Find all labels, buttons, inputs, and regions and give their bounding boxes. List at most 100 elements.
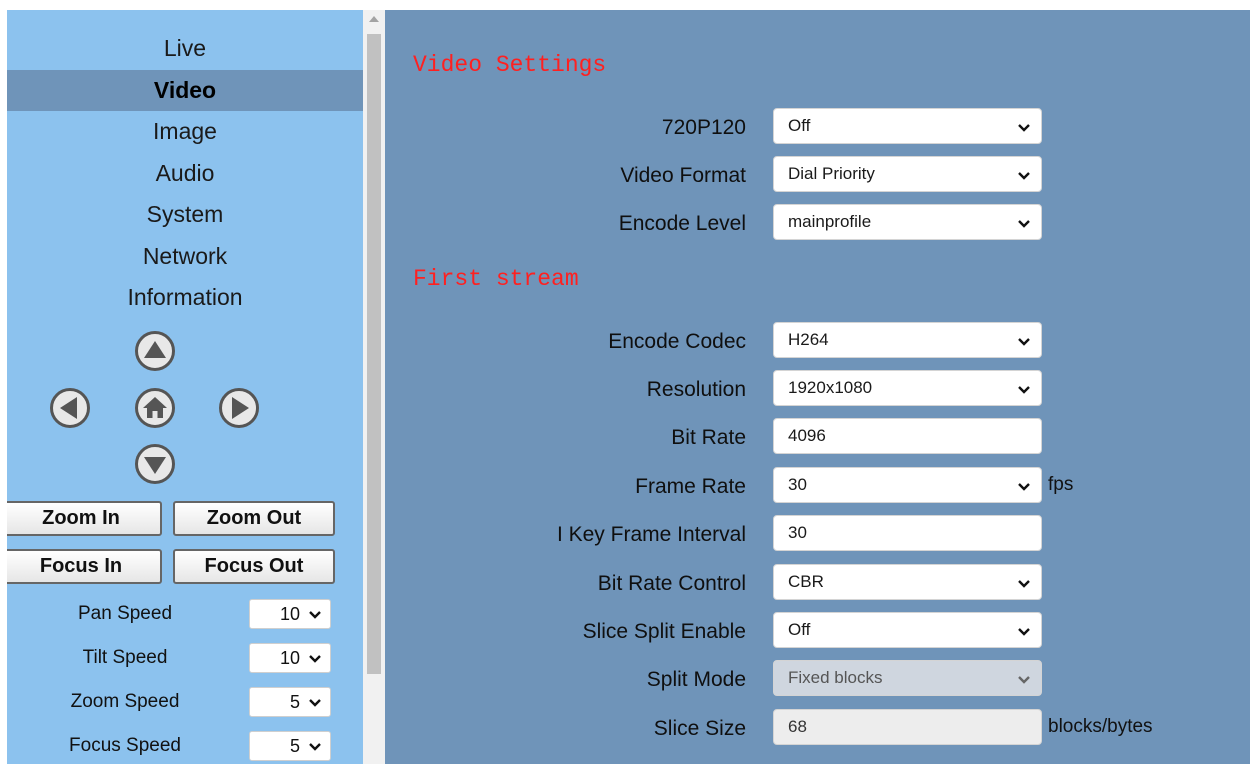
setting-row-split-mode: Split Mode Fixed blocks	[385, 660, 1250, 696]
arrow-left-icon	[60, 397, 77, 419]
chevron-down-icon	[1018, 338, 1030, 346]
slice-size-input[interactable]: 68	[773, 709, 1042, 745]
setting-row-encode-level: Encode Level mainprofile	[385, 204, 1250, 240]
main-panel: Video Settings 720P120 Off Video Format …	[385, 10, 1250, 764]
sidebar-menu: Live Video Image Audio System Network In…	[7, 28, 363, 319]
focus-in-button[interactable]: Focus In	[7, 549, 162, 584]
setting-row-slice-split-enable: Slice Split Enable Off	[385, 612, 1250, 648]
setting-row-video-format: Video Format Dial Priority	[385, 156, 1250, 192]
zoom-speed-select[interactable]: 5	[249, 687, 331, 717]
slice-size-unit: blocks/bytes	[1048, 716, 1153, 737]
setting-label: Bit Rate	[671, 426, 746, 449]
chevron-down-icon	[1018, 172, 1030, 180]
setting-row-bit-rate-control: Bit Rate Control CBR	[385, 564, 1250, 600]
menu-item-live[interactable]: Live	[7, 28, 363, 70]
ptz-left-button[interactable]	[50, 388, 90, 428]
ptz-home-button[interactable]	[135, 388, 175, 428]
setting-row-frame-rate: Frame Rate 30 fps	[385, 467, 1250, 503]
zoom-out-button[interactable]: Zoom Out	[173, 501, 335, 536]
resolution-select[interactable]: 1920x1080	[773, 370, 1042, 406]
input-value: 30	[788, 523, 807, 542]
scrollbar-thumb[interactable]	[367, 34, 381, 674]
sidebar-scrollbar[interactable]	[363, 10, 385, 764]
focus-speed-select[interactable]: 5	[249, 731, 331, 761]
zoom-in-button[interactable]: Zoom In	[7, 501, 162, 536]
setting-label: Slice Size	[653, 717, 746, 740]
chevron-down-icon	[1018, 124, 1030, 132]
tilt-speed-label: Tilt Speed	[82, 647, 168, 668]
menu-item-information[interactable]: Information	[7, 277, 363, 319]
chevron-down-icon	[1018, 386, 1030, 394]
chevron-down-icon	[309, 655, 321, 663]
setting-label: Split Mode	[646, 668, 746, 691]
setting-row-slice-size: Slice Size 68 blocks/bytes	[385, 709, 1250, 745]
focus-speed-value: 5	[289, 736, 300, 756]
setting-row-bit-rate: Bit Rate 4096	[385, 418, 1250, 454]
setting-label: Frame Rate	[635, 475, 746, 498]
arrow-down-icon	[144, 457, 166, 474]
chevron-down-icon	[309, 743, 321, 751]
select-value: CBR	[788, 572, 824, 591]
frame-rate-unit: fps	[1048, 474, 1074, 495]
menu-item-network[interactable]: Network	[7, 236, 363, 278]
chevron-down-icon	[309, 611, 321, 619]
scroll-up-arrow-icon[interactable]	[369, 16, 379, 22]
setting-label: I Key Frame Interval	[556, 523, 746, 546]
chevron-down-icon	[1018, 628, 1030, 636]
split-mode-select: Fixed blocks	[773, 660, 1042, 696]
tilt-speed-value: 10	[279, 648, 300, 668]
i-key-frame-interval-input[interactable]: 30	[773, 515, 1042, 551]
pan-speed-row: Pan Speed 10	[7, 597, 363, 631]
menu-item-system[interactable]: System	[7, 194, 363, 236]
setting-label: Encode Codec	[608, 330, 746, 353]
arrow-right-icon	[232, 397, 249, 419]
select-value: 1920x1080	[788, 378, 873, 397]
720p120-select[interactable]: Off	[773, 108, 1042, 144]
setting-label: 720P120	[661, 116, 746, 139]
input-value: 68	[788, 717, 807, 736]
pan-speed-label: Pan Speed	[77, 603, 173, 624]
zoom-speed-label: Zoom Speed	[70, 691, 180, 712]
setting-row-720p120: 720P120 Off	[385, 108, 1250, 144]
select-value: Off	[788, 116, 811, 135]
home-icon	[143, 397, 167, 418]
select-value: Off	[788, 620, 811, 639]
pan-speed-select[interactable]: 10	[249, 599, 331, 629]
ptz-up-button[interactable]	[135, 331, 175, 371]
input-value: 4096	[788, 426, 826, 445]
frame-rate-select[interactable]: 30	[773, 467, 1042, 503]
bit-rate-input[interactable]: 4096	[773, 418, 1042, 454]
ptz-down-button[interactable]	[135, 444, 175, 484]
first-stream-title: First stream	[413, 266, 579, 292]
ptz-right-button[interactable]	[219, 388, 259, 428]
focus-out-button[interactable]: Focus Out	[173, 549, 335, 584]
encode-codec-select[interactable]: H264	[773, 322, 1042, 358]
select-value: H264	[788, 330, 829, 349]
menu-item-video[interactable]: Video	[7, 69, 363, 111]
setting-row-resolution: Resolution 1920x1080	[385, 370, 1250, 406]
video-format-select[interactable]: Dial Priority	[773, 156, 1042, 192]
select-value: 30	[788, 475, 807, 494]
pan-speed-value: 10	[279, 604, 300, 624]
encode-level-select[interactable]: mainprofile	[773, 204, 1042, 240]
menu-item-audio[interactable]: Audio	[7, 153, 363, 195]
bit-rate-control-select[interactable]: CBR	[773, 564, 1042, 600]
select-value: Dial Priority	[788, 164, 875, 183]
chevron-down-icon	[1018, 580, 1030, 588]
setting-row-i-key-frame-interval: I Key Frame Interval 30	[385, 515, 1250, 551]
sidebar: Live Video Image Audio System Network In…	[7, 10, 363, 764]
select-value: mainprofile	[788, 212, 872, 231]
video-settings-title: Video Settings	[413, 52, 607, 78]
select-value: Fixed blocks	[788, 668, 883, 687]
tilt-speed-row: Tilt Speed 10	[7, 641, 363, 675]
tilt-speed-select[interactable]: 10	[249, 643, 331, 673]
chevron-down-icon	[1018, 220, 1030, 228]
chevron-down-icon	[309, 699, 321, 707]
zoom-speed-row: Zoom Speed 5	[7, 685, 363, 719]
menu-item-image[interactable]: Image	[7, 111, 363, 153]
slice-split-enable-select[interactable]: Off	[773, 612, 1042, 648]
setting-label: Resolution	[646, 378, 746, 401]
focus-speed-label: Focus Speed	[69, 735, 181, 756]
focus-speed-row: Focus Speed 5	[7, 729, 363, 763]
setting-label: Encode Level	[618, 212, 746, 235]
